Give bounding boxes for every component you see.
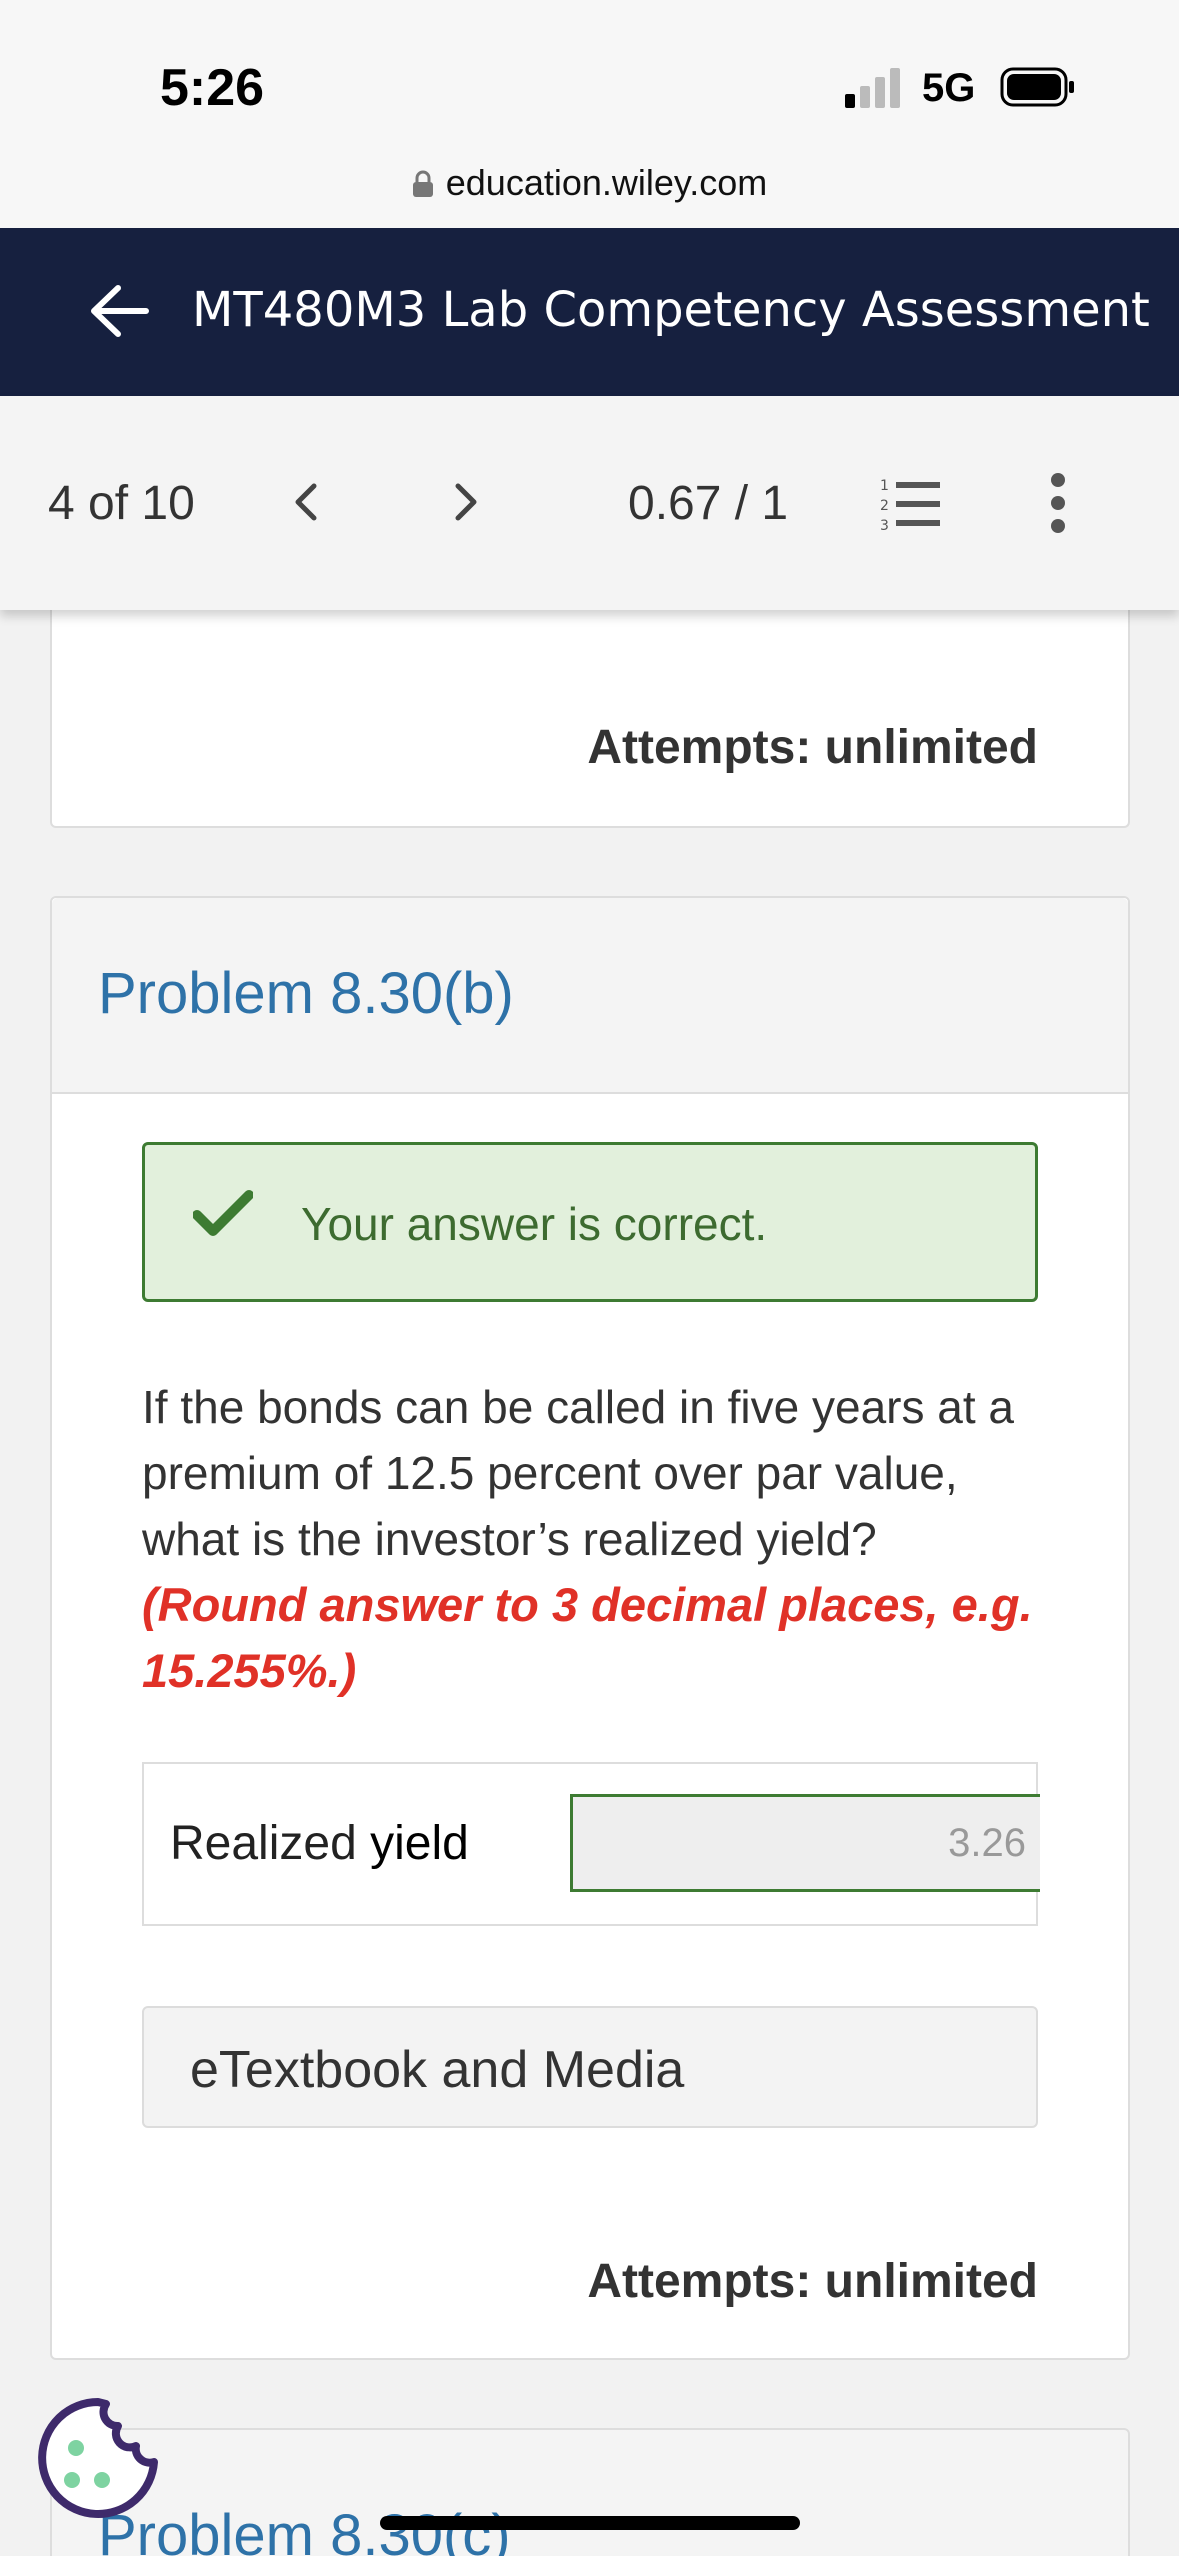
lock-icon	[412, 170, 433, 197]
battery-icon	[1000, 67, 1074, 107]
signal-icon	[845, 68, 900, 108]
previous-question-icon[interactable]	[286, 478, 326, 526]
checkmark-icon	[193, 1190, 253, 1236]
home-indicator[interactable]	[380, 2516, 800, 2530]
feedback-text: Your answer is correct.	[301, 1198, 768, 1250]
cookie-settings-icon[interactable]	[36, 2396, 160, 2520]
svg-text:2: 2	[880, 498, 889, 514]
next-question-icon[interactable]	[446, 478, 486, 526]
answer-label: Realized yield	[170, 1817, 469, 1870]
etextbook-media-label: eTextbook and Media	[190, 2041, 685, 2099]
status-time: 5:26	[160, 59, 265, 117]
realized-yield-input[interactable]: 3.26	[570, 1794, 1040, 1892]
url-bar[interactable]: education.wiley.com	[0, 160, 1179, 228]
attempts-label: Attempts: unlimited	[587, 2255, 1038, 2308]
status-bar: 5:26 5G	[0, 0, 1179, 160]
rounding-hint: (Round answer to 3 decimal places, e.g. …	[142, 1578, 1033, 1697]
problem-card-header: Problem 8.30(b)	[52, 898, 1128, 1094]
back-arrow-icon[interactable]	[88, 280, 150, 342]
app-header: MT480M3 Lab Competency Assessment	[0, 228, 1179, 396]
question-counter: 4 of 10	[48, 477, 195, 530]
question-text: If the bonds can be called in five years…	[142, 1381, 1014, 1565]
svg-text:1: 1	[880, 478, 889, 494]
assessment-title: MT480M3 Lab Competency Assessment	[192, 282, 1150, 338]
problem-card: Problem 8.30(b) Your answer is correct. …	[50, 896, 1130, 2360]
question-nav-bar: 4 of 10 0.67 / 1 1 2 3	[0, 396, 1179, 610]
correct-feedback-box: Your answer is correct.	[142, 1142, 1038, 1302]
network-type: 5G	[922, 66, 976, 110]
question-list-icon[interactable]: 1 2 3	[878, 474, 942, 534]
problem-title[interactable]: Problem 8.30(b)	[98, 960, 514, 1027]
attempts-label: Attempts: unlimited	[587, 721, 1038, 774]
etextbook-media-button[interactable]: eTextbook and Media	[142, 2006, 1038, 2128]
more-options-icon[interactable]	[1046, 472, 1070, 534]
answer-row: Realized yield 3.26	[142, 1762, 1040, 1926]
svg-text:3: 3	[880, 518, 889, 534]
score-display: 0.67 / 1	[628, 477, 789, 530]
next-problem-card: Problem 8.30(c)	[50, 2428, 1130, 2556]
url-text: education.wiley.com	[445, 162, 768, 203]
